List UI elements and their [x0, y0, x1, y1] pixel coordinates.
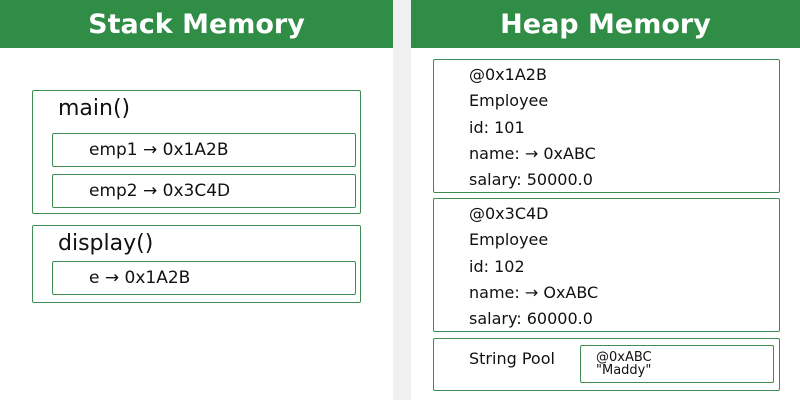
- object-2-address: @0x3C4D: [469, 204, 549, 223]
- string-pool-value: "Maddy": [596, 363, 652, 378]
- stack-var-emp2: emp2 → 0x3C4D: [52, 174, 356, 208]
- heap-memory-panel: Heap Memory @0x1A2B Employee id: 101 nam…: [411, 0, 800, 400]
- var-text-e: e → 0x1A2B: [89, 268, 191, 288]
- string-pool: String Pool @0xABC "Maddy": [433, 338, 780, 391]
- object-2-id: id: 102: [469, 257, 525, 276]
- string-pool-label: String Pool: [469, 349, 555, 368]
- frame-name-display: display(): [58, 231, 154, 256]
- object-1-name: name: → 0xABC: [469, 144, 596, 163]
- var-text-emp2: emp2 → 0x3C4D: [89, 181, 231, 201]
- stack-var-emp1: emp1 → 0x1A2B: [52, 133, 356, 167]
- frame-name-main: main(): [58, 96, 131, 121]
- heap-object-1: @0x1A2B Employee id: 101 name: → 0xABC s…: [433, 59, 780, 193]
- stack-frame-display: display() e → 0x1A2B: [32, 225, 361, 303]
- var-text-emp1: emp1 → 0x1A2B: [89, 140, 229, 160]
- object-1-id: id: 101: [469, 118, 525, 137]
- stack-memory-panel: Stack Memory main() emp1 → 0x1A2B emp2 →…: [0, 0, 393, 400]
- object-2-salary: salary: 60000.0: [469, 309, 593, 328]
- object-1-type: Employee: [469, 91, 549, 110]
- heap-memory-header: Heap Memory: [411, 0, 800, 48]
- object-2-type: Employee: [469, 230, 549, 249]
- stack-var-e: e → 0x1A2B: [52, 261, 356, 295]
- object-1-salary: salary: 50000.0: [469, 170, 593, 189]
- heap-object-2: @0x3C4D Employee id: 102 name: → OxABC s…: [433, 198, 780, 332]
- stack-frame-main: main() emp1 → 0x1A2B emp2 → 0x3C4D: [32, 90, 361, 214]
- stack-memory-header: Stack Memory: [0, 0, 393, 48]
- object-2-name: name: → OxABC: [469, 283, 599, 302]
- string-pool-entry: @0xABC "Maddy": [580, 345, 774, 383]
- object-1-address: @0x1A2B: [469, 65, 547, 84]
